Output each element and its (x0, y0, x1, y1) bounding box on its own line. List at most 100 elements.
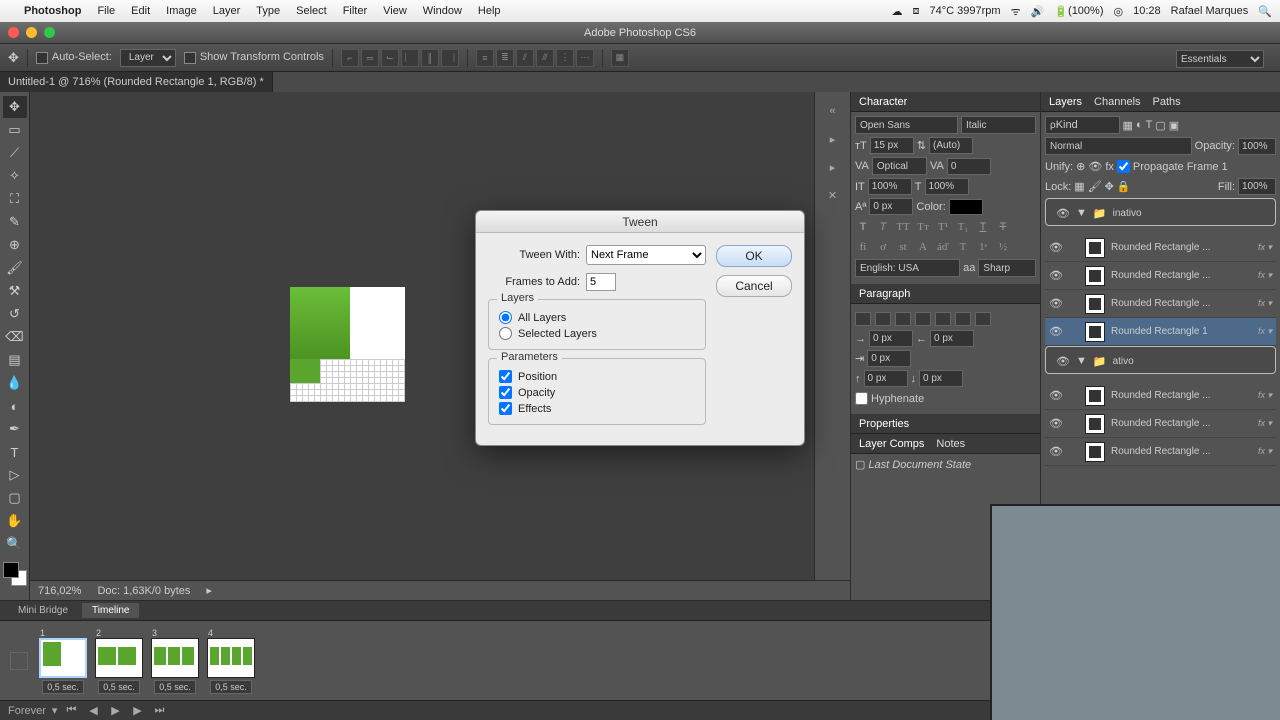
zoom-tool[interactable]: 🔍 (3, 533, 27, 555)
layers-tab[interactable]: Layers (1049, 96, 1082, 108)
opentype-1-icon[interactable]: fi (855, 239, 871, 255)
actions-panel-icon[interactable]: ▸ (824, 158, 842, 176)
next-frame-button[interactable]: ▶ (129, 704, 145, 718)
indent-left-input[interactable] (869, 330, 913, 347)
justify-all-icon[interactable] (975, 312, 991, 326)
font-family-select[interactable]: Open Sans (855, 116, 958, 134)
opentype-3-icon[interactable]: st (895, 239, 911, 255)
play-button[interactable]: ▶ (107, 704, 123, 718)
properties-panel-tab[interactable]: Properties (859, 418, 909, 430)
dropbox-icon[interactable]: ⧈ (913, 5, 920, 18)
sync-icon[interactable]: ◎ (1114, 5, 1124, 18)
auto-select-target[interactable]: Layer (120, 49, 176, 67)
smallcaps-icon[interactable]: Tᴛ (915, 219, 931, 235)
tracking-input[interactable] (947, 158, 991, 175)
close-window-button[interactable] (8, 27, 19, 38)
app-menu[interactable]: Photoshop (24, 5, 81, 17)
superscript-icon[interactable]: T¹ (935, 219, 951, 235)
dist-1-icon[interactable]: ≡ (476, 49, 494, 67)
dist-3-icon[interactable]: ⫽ (516, 49, 534, 67)
justify-r-icon[interactable] (955, 312, 971, 326)
leading-input[interactable] (929, 137, 973, 154)
menu-select[interactable]: Select (296, 5, 327, 17)
gradient-tool[interactable]: ▤ (3, 349, 27, 371)
justify-l-icon[interactable] (915, 312, 931, 326)
3d-mode-icon[interactable]: ▦ (611, 49, 629, 67)
animation-frame[interactable]: 20,5 sec. (94, 628, 144, 694)
menu-window[interactable]: Window (423, 5, 462, 17)
cloud-icon[interactable]: ☁ (892, 5, 903, 18)
align-bottom-icon[interactable]: ⌙ (381, 49, 399, 67)
space-after-input[interactable] (919, 370, 963, 387)
opentype-6-icon[interactable]: T (955, 239, 971, 255)
allcaps-icon[interactable]: TT (895, 219, 911, 235)
ok-button[interactable]: OK (716, 245, 792, 267)
layer-comps-tab[interactable]: Layer Comps (859, 438, 924, 450)
opentype-4-icon[interactable]: A (915, 239, 931, 255)
align-right-icon[interactable]: ⎹ (441, 49, 459, 67)
marquee-tool[interactable]: ▭ (3, 119, 27, 141)
healing-tool[interactable]: ⊕ (3, 234, 27, 256)
justify-c-icon[interactable] (935, 312, 951, 326)
timeline-tab[interactable]: Timeline (82, 603, 139, 618)
paragraph-panel-tab[interactable]: Paragraph (859, 288, 910, 300)
last-frame-button[interactable]: ⏭ (151, 704, 167, 718)
hscale-input[interactable] (925, 178, 969, 195)
volume-icon[interactable]: 🔊 (1031, 5, 1045, 18)
crop-tool[interactable]: ⛶ (3, 188, 27, 210)
layer-fill-input[interactable] (1238, 178, 1276, 195)
minimize-window-button[interactable] (26, 27, 37, 38)
menu-image[interactable]: Image (166, 5, 197, 17)
lock-trans-icon[interactable]: ▦ (1074, 180, 1084, 193)
user-name[interactable]: Rafael Marques (1171, 5, 1249, 17)
menu-edit[interactable]: Edit (131, 5, 150, 17)
menu-type[interactable]: Type (256, 5, 280, 17)
wand-tool[interactable]: ✧ (3, 165, 27, 187)
doc-size[interactable]: Doc: 1,63K/0 bytes (97, 585, 190, 597)
opentype-8-icon[interactable]: ½ (995, 239, 1011, 255)
propagate-checkbox[interactable] (1117, 158, 1130, 175)
filter-adjust-icon[interactable]: ◐ (1136, 119, 1143, 131)
lock-all-icon[interactable]: 🔒 (1117, 180, 1131, 193)
layer-filter-kind[interactable]: ρ Kind (1045, 116, 1120, 134)
kerning-select[interactable]: Optical (872, 157, 927, 175)
font-style-select[interactable]: Italic (961, 116, 1036, 134)
frames-to-add-input[interactable] (586, 273, 616, 291)
opentype-7-icon[interactable]: 1ˢ (975, 239, 991, 255)
eraser-tool[interactable]: ⌫ (3, 326, 27, 348)
animation-frame[interactable]: 10,5 sec. (38, 628, 88, 694)
tween-with-select[interactable]: Next Frame (586, 245, 706, 265)
shape-tool[interactable]: ▢ (3, 487, 27, 509)
cancel-button[interactable]: Cancel (716, 275, 792, 297)
filter-shape-icon[interactable]: ▢ (1155, 119, 1165, 132)
first-line-input[interactable] (867, 350, 911, 367)
history-brush-tool[interactable]: ↺ (3, 303, 27, 325)
wifi-icon[interactable]: ᯤ (1011, 4, 1021, 19)
lasso-tool[interactable]: ⟋ (3, 142, 27, 164)
vscale-input[interactable] (868, 178, 912, 195)
type-tool[interactable]: T (3, 441, 27, 463)
menu-view[interactable]: View (383, 5, 407, 17)
dodge-tool[interactable]: ◐ (3, 395, 27, 417)
blend-mode-select[interactable]: Normal (1045, 137, 1192, 155)
menu-file[interactable]: File (97, 5, 115, 17)
underline-icon[interactable]: T (975, 219, 991, 235)
layer-group[interactable]: 👁▼📁ativo (1045, 346, 1276, 374)
expand-panels-icon[interactable]: « (824, 102, 842, 120)
layer-item[interactable]: 👁Rounded Rectangle ...fx ▾ (1045, 410, 1276, 438)
language-select[interactable]: English: USA (855, 259, 960, 277)
animation-frame[interactable]: 40,5 sec. (206, 628, 256, 694)
layer-item[interactable]: 👁Rounded Rectangle ...fx ▾ (1045, 262, 1276, 290)
hand-tool[interactable]: ✋ (3, 510, 27, 532)
stamp-tool[interactable]: ⚒ (3, 280, 27, 302)
document-tab[interactable]: Untitled-1 @ 716% (Rounded Rectangle 1, … (0, 72, 273, 92)
convert-timeline-icon[interactable] (10, 652, 28, 670)
hyphenate-checkbox[interactable] (855, 390, 868, 407)
zoom-window-button[interactable] (44, 27, 55, 38)
workspace-switcher[interactable]: Essentials (1176, 50, 1276, 68)
layer-item[interactable]: 👁Rounded Rectangle ...fx ▾ (1045, 234, 1276, 262)
align-vcenter-icon[interactable]: ═ (361, 49, 379, 67)
align-hcenter-icon[interactable]: ║ (421, 49, 439, 67)
align-center-icon[interactable] (875, 312, 891, 326)
lock-pos-icon[interactable]: ✥ (1105, 180, 1114, 193)
